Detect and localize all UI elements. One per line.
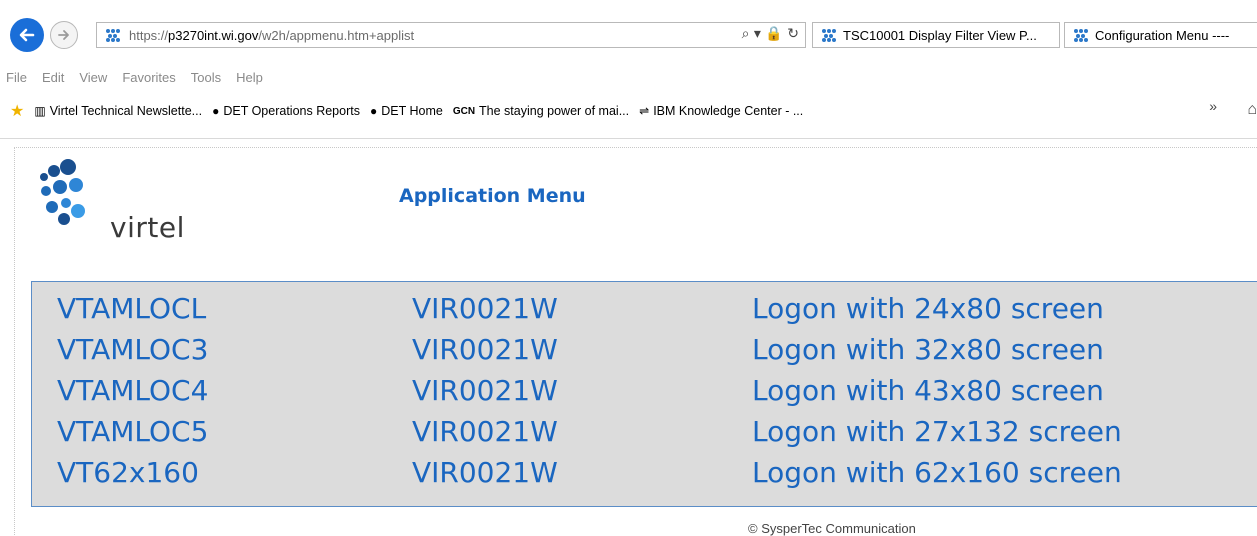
application-description-link[interactable]: Logon with 24x80 screen <box>752 292 1104 325</box>
tab-configuration-menu[interactable]: Configuration Menu ---- <box>1064 22 1257 48</box>
frame-border-left <box>14 147 15 535</box>
logo-text: virtel <box>110 211 185 244</box>
virtel-logo: virtel <box>32 157 212 244</box>
menu-edit[interactable]: Edit <box>42 70 64 92</box>
application-description-link[interactable]: Logon with 27x132 screen <box>752 415 1122 448</box>
copyright-footer: © SysperTec Communication <box>748 521 916 536</box>
menu-favorites[interactable]: Favorites <box>122 70 175 92</box>
application-transaction-link[interactable]: VIR0021W <box>412 415 558 448</box>
favorite-virtel-newsletter[interactable]: ▥ Virtel Technical Newslette... <box>34 104 202 118</box>
address-bar[interactable]: https://p3270int.wi.gov/w2h/appmenu.htm+… <box>96 22 806 48</box>
application-row: VT62x160 VIR0021W Logon with 62x160 scre… <box>32 456 1257 496</box>
url-scheme: https:// <box>129 27 169 43</box>
add-favorite-star-icon[interactable]: ★ <box>10 101 24 121</box>
url-path: /w2h/appmenu.htm+applist <box>258 27 415 43</box>
forward-button[interactable] <box>50 21 78 49</box>
favorites-more-chevron-icon[interactable]: » <box>1209 98 1217 114</box>
page-content: virtel Application Menu VTAMLOCL VIR0021… <box>0 139 1257 536</box>
menu-view[interactable]: View <box>79 70 107 92</box>
application-row: VTAMLOC4 VIR0021W Logon with 43x80 scree… <box>32 374 1257 414</box>
browser-toolbar: https://p3270int.wi.gov/w2h/appmenu.htm+… <box>0 0 1257 74</box>
virtel-favicon-icon <box>1071 26 1091 44</box>
url-host: p3270int.wi.gov <box>168 27 259 43</box>
application-description-link[interactable]: Logon with 43x80 screen <box>752 374 1104 407</box>
newsletter-icon: ▥ <box>34 104 46 118</box>
forward-arrow-icon <box>58 30 69 40</box>
virtel-favicon-icon <box>819 26 839 44</box>
frame-border-top <box>14 147 1257 148</box>
menu-bar: File Edit View Favorites Tools Help <box>0 70 263 92</box>
favorite-det-home[interactable]: ● DET Home <box>370 104 443 118</box>
application-row: VTAMLOCL VIR0021W Logon with 24x80 scree… <box>32 292 1257 332</box>
browser-chrome: https://p3270int.wi.gov/w2h/appmenu.htm+… <box>0 0 1257 140</box>
application-transaction-link[interactable]: VIR0021W <box>412 292 558 325</box>
favorite-gcn[interactable]: GCN The staying power of mai... <box>453 104 629 118</box>
virtel-favicon-icon <box>103 26 123 44</box>
favorites-bar: ★ ▥ Virtel Technical Newslette... ● DET Op… <box>0 98 1257 124</box>
application-name-link[interactable]: VT62x160 <box>57 456 199 489</box>
application-transaction-link[interactable]: VIR0021W <box>412 333 558 366</box>
virtel-logo-icon <box>40 159 85 225</box>
ibm-icon: ⇌ <box>639 104 650 118</box>
application-name-link[interactable]: VTAMLOC5 <box>57 415 208 448</box>
application-transaction-link[interactable]: VIR0021W <box>412 456 558 489</box>
application-transaction-link[interactable]: VIR0021W <box>412 374 558 407</box>
application-row: VTAMLOC3 VIR0021W Logon with 32x80 scree… <box>32 333 1257 373</box>
globe-icon: ● <box>369 104 378 118</box>
globe-icon: ● <box>212 104 220 118</box>
gcn-icon: GCN <box>452 105 476 117</box>
address-bar-icons[interactable]: ⌕ ▾ 🔒 ↻ <box>742 26 799 42</box>
back-button[interactable] <box>10 18 44 52</box>
home-icon[interactable]: ⌂ <box>1247 101 1257 119</box>
favorite-ibm-knowledge[interactable]: ⇌ IBM Knowledge Center - ... <box>639 104 803 118</box>
application-row: VTAMLOC5 VIR0021W Logon with 27x132 scre… <box>32 415 1257 455</box>
application-name-link[interactable]: VTAMLOC3 <box>57 333 208 366</box>
favorite-det-operations[interactable]: ● DET Operations Reports <box>212 104 360 118</box>
menu-help[interactable]: Help <box>236 70 263 92</box>
application-name-link[interactable]: VTAMLOCL <box>57 292 206 325</box>
tab-label: Configuration Menu ---- <box>1095 27 1230 43</box>
url-text[interactable]: https://p3270int.wi.gov/w2h/appmenu.htm+… <box>129 28 414 43</box>
menu-file[interactable]: File <box>6 70 27 92</box>
back-arrow-icon <box>19 28 35 42</box>
application-description-link[interactable]: Logon with 62x160 screen <box>752 456 1122 489</box>
menu-tools[interactable]: Tools <box>191 70 221 92</box>
tab-label: TSC10001 Display Filter View P... <box>843 27 1037 43</box>
tab-display-filter[interactable]: TSC10001 Display Filter View P... <box>812 22 1060 48</box>
application-menu-panel: VTAMLOCL VIR0021W Logon with 24x80 scree… <box>31 281 1257 507</box>
application-name-link[interactable]: VTAMLOC4 <box>57 374 208 407</box>
page-title: Application Menu <box>399 185 586 207</box>
application-description-link[interactable]: Logon with 32x80 screen <box>752 333 1104 366</box>
